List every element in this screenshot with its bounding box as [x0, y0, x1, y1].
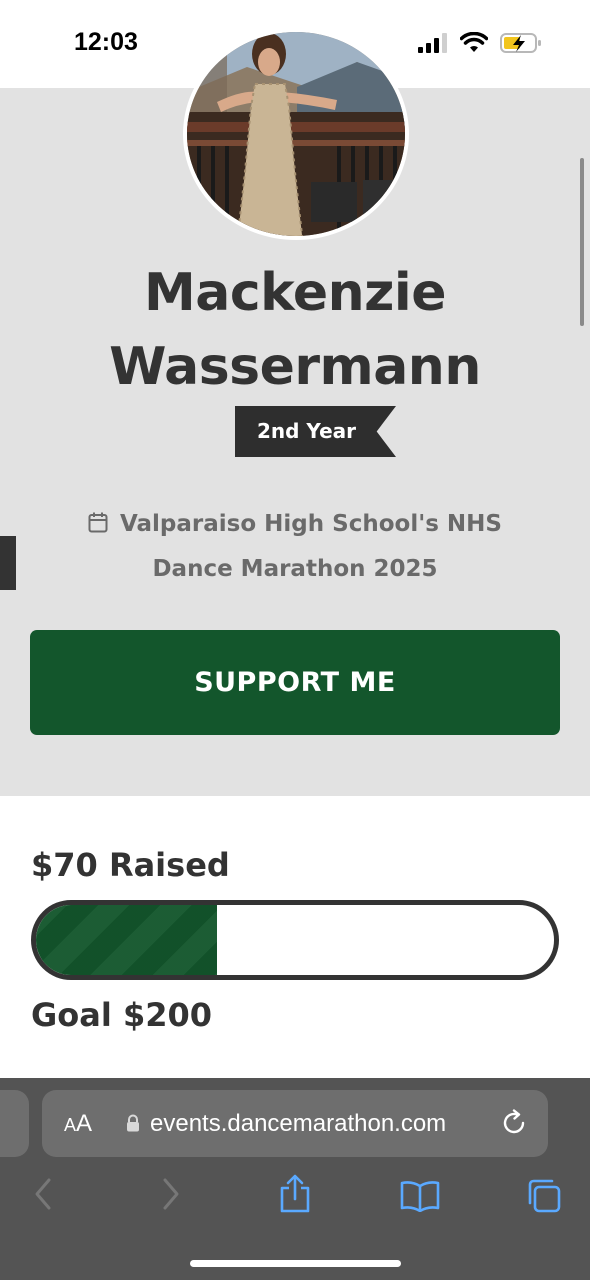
previous-tab-peek[interactable] — [0, 1090, 29, 1157]
back-icon[interactable] — [33, 1176, 53, 1212]
fundraising-progress-bar — [31, 900, 559, 980]
event-info: Valparaiso High School's NHS Dance Marat… — [60, 502, 530, 592]
forward-icon[interactable] — [161, 1176, 181, 1212]
cellular-signal-icon — [418, 33, 447, 53]
avatar-photo — [187, 32, 405, 236]
support-me-button[interactable]: SUPPORT ME — [30, 630, 560, 735]
address-bar[interactable]: AA events.dancemarathon.com — [42, 1090, 548, 1157]
screen: 12:03 Mackenzie Wassermann 2nd Year Valp… — [0, 0, 590, 1280]
lock-icon — [127, 1114, 139, 1132]
home-indicator[interactable] — [190, 1260, 401, 1267]
page-scrollbar[interactable] — [580, 158, 584, 326]
progress-fill — [36, 905, 218, 975]
status-icons — [418, 32, 542, 54]
status-time: 12:03 — [74, 28, 138, 56]
wifi-icon — [460, 32, 488, 52]
calendar-icon — [88, 512, 108, 533]
browser-toolbar: AA events.dancemarathon.com — [0, 1078, 590, 1280]
side-drawer-tab[interactable] — [0, 536, 16, 590]
aa-large: A — [76, 1110, 93, 1137]
share-icon[interactable] — [279, 1174, 311, 1214]
battery-charging-icon — [500, 33, 541, 53]
participant-name: Mackenzie Wassermann — [109, 263, 481, 397]
goal-amount: Goal $200 — [31, 996, 213, 1034]
reader-text-size-button[interactable]: AA — [64, 1108, 92, 1141]
profile-hero: Mackenzie Wassermann 2nd Year Valparaiso… — [0, 28, 590, 796]
event-name: Valparaiso High School's NHS Dance Marat… — [119, 511, 502, 582]
reload-icon[interactable] — [502, 1109, 528, 1137]
profile-avatar — [183, 28, 409, 240]
year-badge: 2nd Year — [235, 406, 396, 457]
aa-small: A — [64, 1115, 77, 1135]
bookmarks-icon[interactable] — [400, 1180, 440, 1212]
tabs-icon[interactable] — [526, 1178, 562, 1214]
url-text: events.dancemarathon.com — [150, 1110, 447, 1137]
raised-amount: $70 Raised — [31, 846, 230, 884]
fundraising-section: $70 Raised Goal $200 — [0, 796, 590, 1078]
